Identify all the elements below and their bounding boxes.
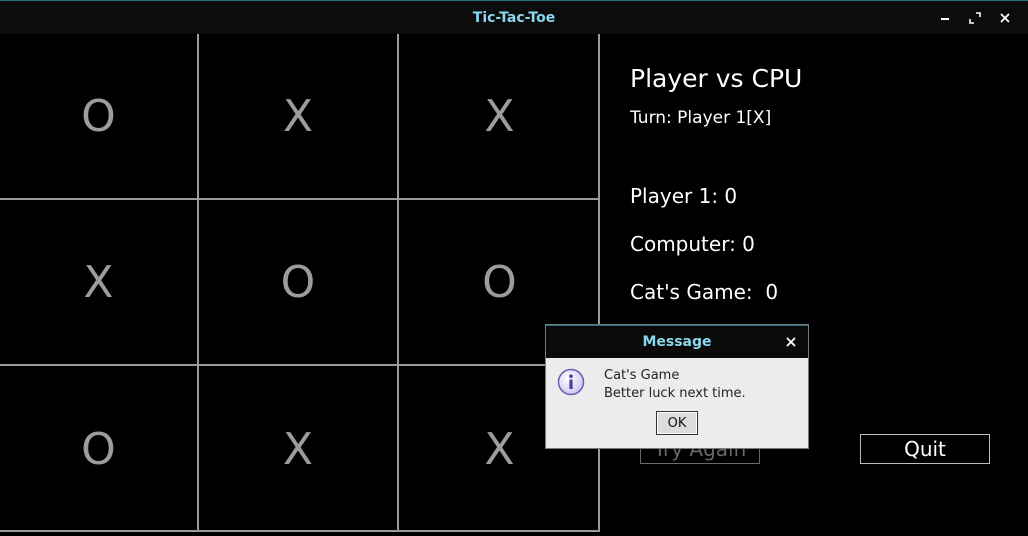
quit-button[interactable]: Quit bbox=[860, 434, 990, 464]
mode-heading: Player vs CPU bbox=[630, 64, 803, 93]
close-button[interactable] bbox=[990, 3, 1020, 33]
cats-game-score: Cat's Game: 0 bbox=[630, 280, 779, 304]
cell-r1c3[interactable]: X bbox=[399, 34, 600, 200]
cell-r2c2[interactable]: O bbox=[199, 200, 399, 366]
cell-r1c2[interactable]: X bbox=[199, 34, 399, 200]
message-dialog: Message Cat's Game Better luck next time… bbox=[545, 324, 809, 449]
dialog-close-button[interactable] bbox=[782, 333, 800, 351]
info-icon bbox=[557, 368, 585, 396]
minimize-icon bbox=[941, 18, 949, 20]
computer-score: Computer: 0 bbox=[630, 232, 755, 256]
dialog-message-line2: Better luck next time. bbox=[604, 386, 746, 401]
window-title: Tic-Tac-Toe bbox=[472, 9, 556, 26]
cell-r1c1[interactable]: O bbox=[0, 34, 199, 200]
dialog-title: Message bbox=[642, 334, 712, 350]
turn-indicator: Turn: Player 1[X] bbox=[630, 108, 772, 128]
maximize-icon bbox=[969, 12, 981, 24]
cell-r3c1[interactable]: O bbox=[0, 366, 199, 532]
cell-r3c2[interactable]: X bbox=[199, 366, 399, 532]
close-icon bbox=[1000, 13, 1010, 23]
minimize-button[interactable] bbox=[930, 3, 960, 33]
window-controls bbox=[930, 1, 1020, 35]
maximize-button[interactable] bbox=[960, 3, 990, 33]
game-board: O X X X O O O X X bbox=[0, 34, 600, 532]
title-bar: Tic-Tac-Toe bbox=[0, 0, 1028, 34]
close-icon bbox=[786, 337, 796, 347]
dialog-message-line1: Cat's Game bbox=[604, 368, 680, 383]
dialog-title-bar: Message bbox=[546, 325, 808, 358]
ok-button[interactable]: OK bbox=[656, 411, 698, 435]
cell-r2c1[interactable]: X bbox=[0, 200, 199, 366]
player1-score: Player 1: 0 bbox=[630, 184, 738, 208]
